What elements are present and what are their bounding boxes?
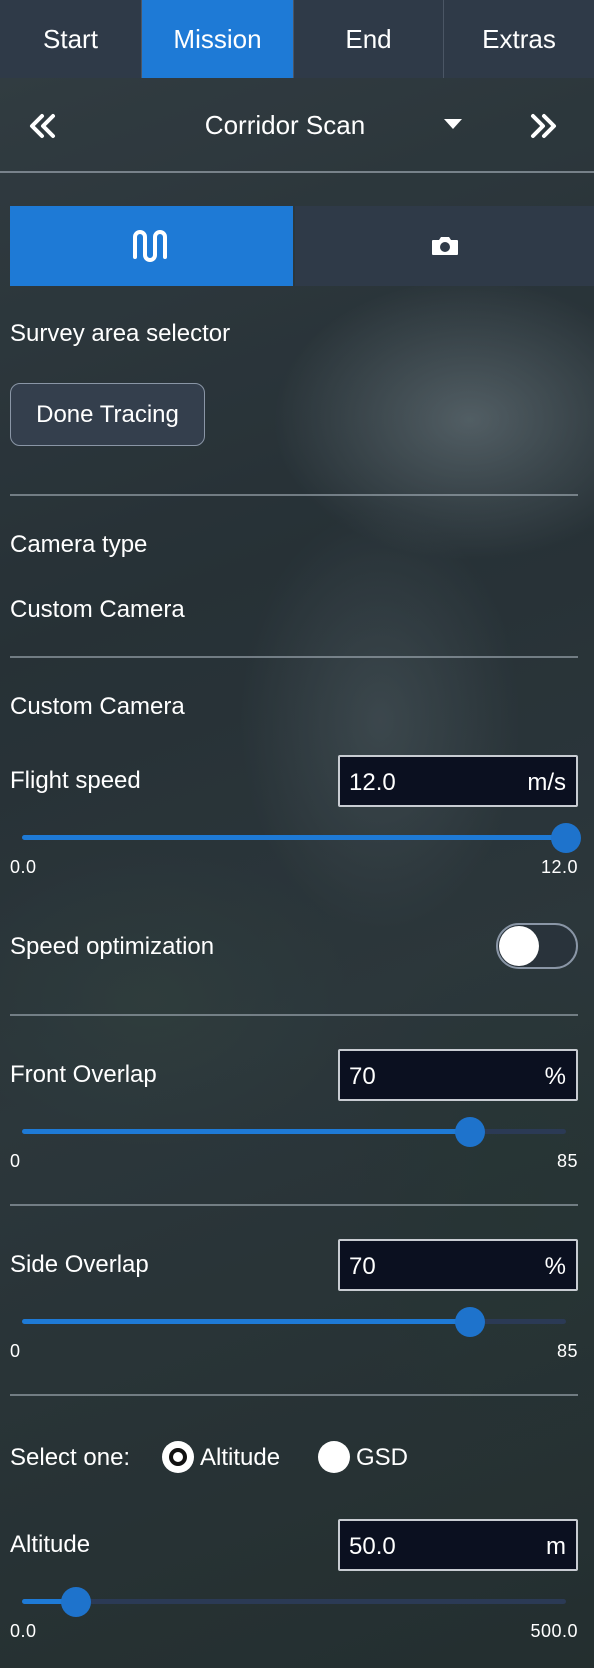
- altitude-input[interactable]: 50.0 m: [338, 1519, 578, 1571]
- front-overlap-input[interactable]: 70 %: [338, 1049, 578, 1101]
- chevron-down-icon[interactable]: [444, 119, 462, 129]
- mission-type-title[interactable]: Corridor Scan: [0, 110, 570, 141]
- altitude-slider[interactable]: [22, 1587, 566, 1617]
- slider-track: [22, 1599, 566, 1604]
- tab-end[interactable]: End: [294, 0, 444, 78]
- camera-type-label: Camera type: [10, 531, 148, 558]
- altitude-radio-label[interactable]: Altitude: [200, 1444, 280, 1472]
- done-tracing-button[interactable]: Done Tracing: [10, 383, 205, 446]
- side-overlap-input[interactable]: 70 %: [338, 1239, 578, 1291]
- front-overlap-max: 85: [556, 1151, 578, 1171]
- altitude-value: 50.0: [349, 1533, 396, 1560]
- flight-speed-value: 12.0: [349, 769, 396, 796]
- side-overlap-slider[interactable]: [22, 1307, 566, 1337]
- front-overlap-slider[interactable]: [22, 1117, 566, 1147]
- plan-tabs: Start Mission End Extras: [0, 0, 594, 78]
- speed-optimization-label: Speed optimization: [10, 933, 215, 960]
- flight-speed-label: Flight speed: [10, 767, 141, 794]
- altitude-max: 500.0: [530, 1621, 578, 1641]
- radio-selected-dot: [169, 1448, 187, 1466]
- divider: [10, 494, 578, 496]
- flight-speed-min: 0.0: [10, 857, 37, 877]
- camera-name-label: Custom Camera: [10, 693, 185, 720]
- divider: [10, 1204, 578, 1206]
- divider: [10, 1394, 578, 1396]
- mode-toggle-group: [10, 206, 594, 286]
- tab-start[interactable]: Start: [0, 0, 142, 78]
- gsd-radio[interactable]: [318, 1441, 350, 1473]
- divider: [10, 656, 578, 658]
- slider-fill: [22, 1319, 470, 1324]
- altitude-min: 0.0: [10, 1621, 37, 1641]
- altitude-unit: m: [546, 1533, 566, 1560]
- flight-path-icon: [132, 230, 167, 262]
- tab-mission[interactable]: Mission: [142, 0, 294, 78]
- altitude-radio[interactable]: [162, 1441, 194, 1473]
- slider-thumb[interactable]: [454, 1307, 485, 1337]
- speed-optimization-toggle[interactable]: [496, 923, 578, 969]
- front-overlap-label: Front Overlap: [10, 1061, 157, 1088]
- flight-speed-max: 12.0: [540, 857, 578, 877]
- survey-area-label: Survey area selector: [10, 320, 231, 347]
- double-chevron-right-icon[interactable]: [526, 108, 562, 144]
- side-overlap-max: 85: [556, 1341, 578, 1361]
- slider-fill: [22, 1129, 470, 1134]
- front-overlap-min: 0: [10, 1151, 21, 1171]
- divider: [10, 1014, 578, 1016]
- side-overlap-unit: %: [544, 1253, 566, 1280]
- select-mode-label: Select one:: [10, 1444, 131, 1471]
- tab-extras[interactable]: Extras: [444, 0, 594, 78]
- slider-thumb[interactable]: [454, 1117, 485, 1147]
- side-overlap-value: 70: [349, 1253, 376, 1280]
- mission-type-selector: Corridor Scan: [0, 78, 594, 173]
- camera-type-select[interactable]: Custom Camera: [10, 596, 185, 624]
- camera-mode-button[interactable]: [295, 206, 594, 286]
- slider-fill: [22, 835, 566, 840]
- side-overlap-label: Side Overlap: [10, 1251, 149, 1278]
- gsd-radio-label[interactable]: GSD: [356, 1444, 408, 1472]
- side-overlap-min: 0: [10, 1341, 21, 1361]
- camera-icon: [431, 237, 458, 255]
- slider-thumb[interactable]: [551, 823, 581, 853]
- flight-speed-slider[interactable]: [22, 823, 581, 853]
- slider-thumb[interactable]: [61, 1587, 92, 1617]
- altitude-label: Altitude: [10, 1531, 91, 1558]
- toggle-knob: [499, 926, 539, 966]
- front-overlap-unit: %: [544, 1063, 566, 1090]
- front-overlap-value: 70: [349, 1063, 376, 1090]
- flight-path-mode-button[interactable]: [10, 206, 293, 286]
- flight-speed-unit: m/s: [527, 769, 566, 796]
- flight-speed-input[interactable]: 12.0 m/s: [338, 755, 578, 807]
